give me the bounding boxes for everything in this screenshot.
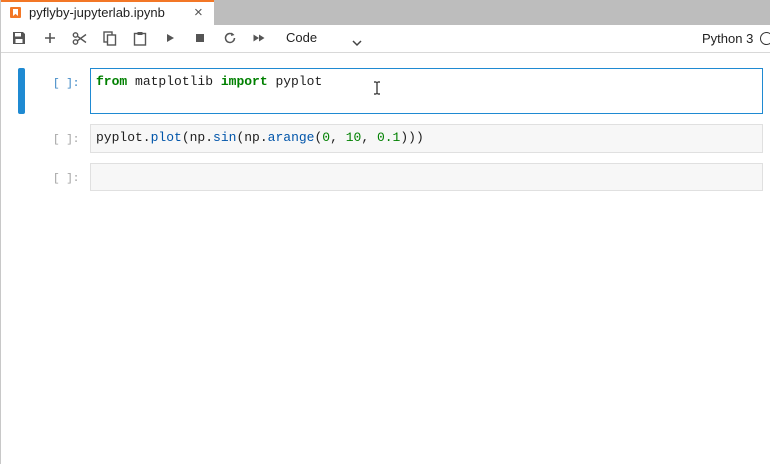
- notebook-icon: [10, 7, 21, 18]
- tab-bar: pyflyby-jupyterlab.ipynb ×: [1, 0, 770, 25]
- tab-notebook[interactable]: pyflyby-jupyterlab.ipynb ×: [1, 0, 214, 25]
- code-token: pyplot.: [96, 130, 151, 145]
- cell-code: pyplot.plot(np.sin(np.arange(0, 10, 0.1)…: [96, 130, 424, 145]
- fast-forward-icon[interactable]: [252, 31, 268, 47]
- text-cursor-icon: [373, 81, 381, 95]
- code-token: ,: [361, 130, 377, 145]
- kernel-status-icon: [760, 32, 770, 45]
- notebook-panel: [ ]: from matplotlib import pyplot [ ]: …: [1, 53, 770, 464]
- kernel-name[interactable]: Python 3: [702, 31, 753, 46]
- notebook-toolbar: Code Python 3: [1, 25, 770, 53]
- cell-prompt: [ ]:: [53, 134, 80, 146]
- code-token: arange: [267, 130, 315, 145]
- cell-type-label: Code: [286, 30, 318, 45]
- cell-type-select[interactable]: Code: [286, 30, 366, 48]
- code-cell-editor[interactable]: pyplot.plot(np.sin(np.arange(0, 10, 0.1)…: [90, 124, 763, 153]
- run-icon[interactable]: [165, 31, 181, 47]
- jupyterlab-window: pyflyby-jupyterlab.ipynb × Code Python 3…: [0, 0, 770, 464]
- code-token: pyplot: [267, 74, 323, 89]
- code-token: sin: [213, 130, 237, 145]
- cell-prompt: [ ]:: [53, 78, 80, 90]
- code-token: 0: [322, 130, 331, 145]
- code-token: plot: [150, 130, 182, 145]
- active-cell-indicator: [18, 68, 25, 114]
- tab-title: pyflyby-jupyterlab.ipynb: [29, 5, 165, 20]
- code-token: import: [220, 74, 268, 89]
- code-token: matplotlib: [127, 74, 221, 89]
- cell-prompt: [ ]:: [53, 173, 80, 185]
- code-token: from: [96, 74, 128, 89]
- code-token: ,: [330, 130, 346, 145]
- cell-code: from matplotlib import pyplot: [96, 74, 322, 89]
- copy-icon[interactable]: [103, 31, 119, 47]
- chevron-down-icon: [352, 34, 362, 52]
- stop-icon[interactable]: [194, 31, 210, 47]
- save-icon[interactable]: [12, 31, 28, 47]
- code-cell-editor[interactable]: from matplotlib import pyplot: [90, 68, 763, 114]
- code-token: (np.: [236, 130, 268, 145]
- restart-icon[interactable]: [223, 31, 239, 47]
- plus-icon[interactable]: [43, 31, 59, 47]
- code-token: ))): [400, 130, 424, 145]
- close-icon[interactable]: ×: [194, 4, 203, 22]
- code-token: 10: [345, 130, 362, 145]
- code-token: 0.1: [376, 130, 401, 145]
- paste-icon[interactable]: [133, 31, 149, 47]
- code-token: (np.: [181, 130, 214, 145]
- code-cell-editor[interactable]: [90, 163, 763, 191]
- scissors-icon[interactable]: [72, 31, 88, 47]
